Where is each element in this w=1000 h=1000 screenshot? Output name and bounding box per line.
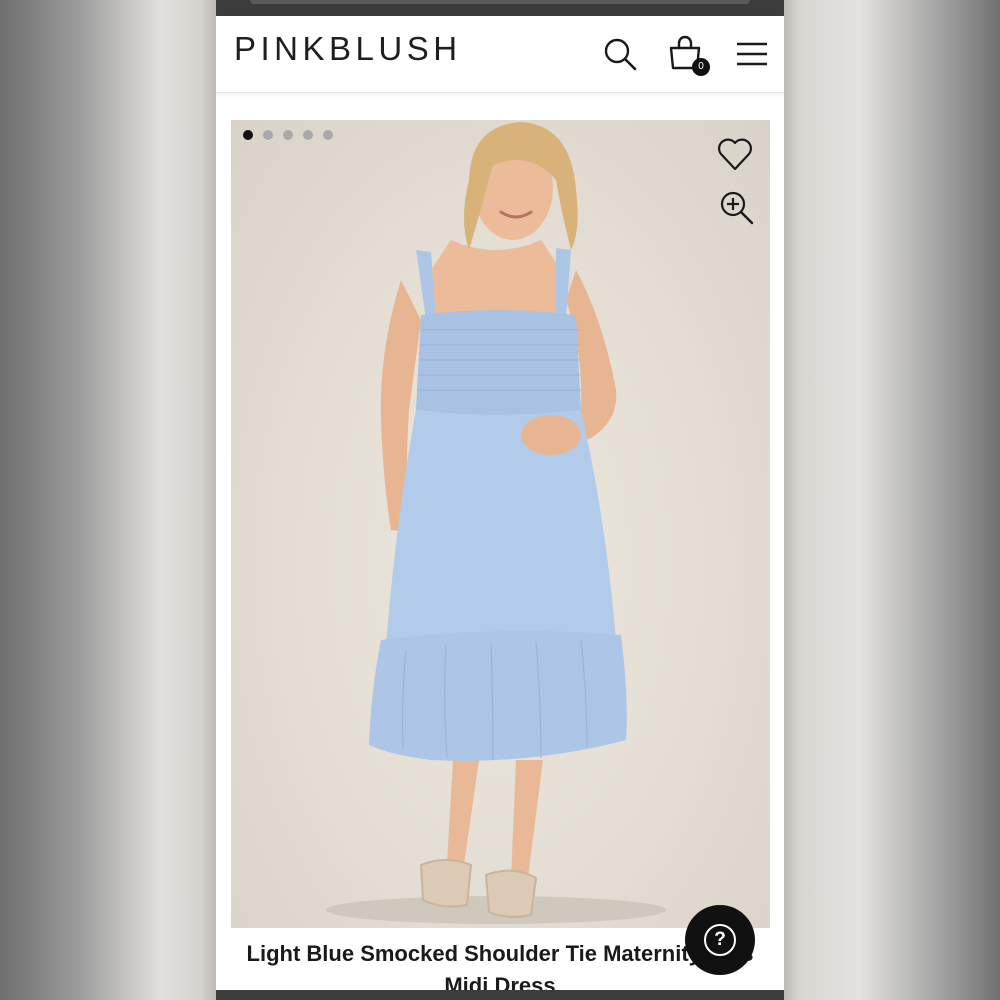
- site-header: PINKBLUSH 0: [216, 16, 784, 93]
- carousel-dot[interactable]: [303, 130, 313, 140]
- zoom-button[interactable]: [717, 188, 757, 228]
- bottom-bar: [216, 990, 784, 1000]
- menu-button[interactable]: [732, 34, 772, 74]
- favorite-button[interactable]: [715, 134, 755, 174]
- help-button[interactable]: ?: [685, 905, 755, 975]
- top-bar: [216, 0, 784, 16]
- phone-screen: PINKBLUSH 0 Light Blue Smocked Shoulder …: [216, 0, 784, 1000]
- carousel-dot[interactable]: [323, 130, 333, 140]
- carousel-dots: [243, 130, 333, 140]
- hamburger-menu-icon: [737, 42, 767, 66]
- cart-button[interactable]: 0: [666, 34, 710, 76]
- search-button[interactable]: [600, 34, 640, 74]
- zoom-in-icon: [720, 191, 754, 225]
- heart-icon: [718, 138, 752, 171]
- help-icon: ?: [704, 924, 736, 956]
- product-photo: [326, 122, 666, 924]
- search-icon: [604, 38, 637, 71]
- carousel-dot[interactable]: [263, 130, 273, 140]
- brand-logo[interactable]: PINKBLUSH: [234, 30, 462, 68]
- carousel-dot[interactable]: [283, 130, 293, 140]
- cart-count-badge: 0: [692, 58, 710, 76]
- product-image[interactable]: [231, 120, 770, 928]
- carousel-dot[interactable]: [243, 130, 253, 140]
